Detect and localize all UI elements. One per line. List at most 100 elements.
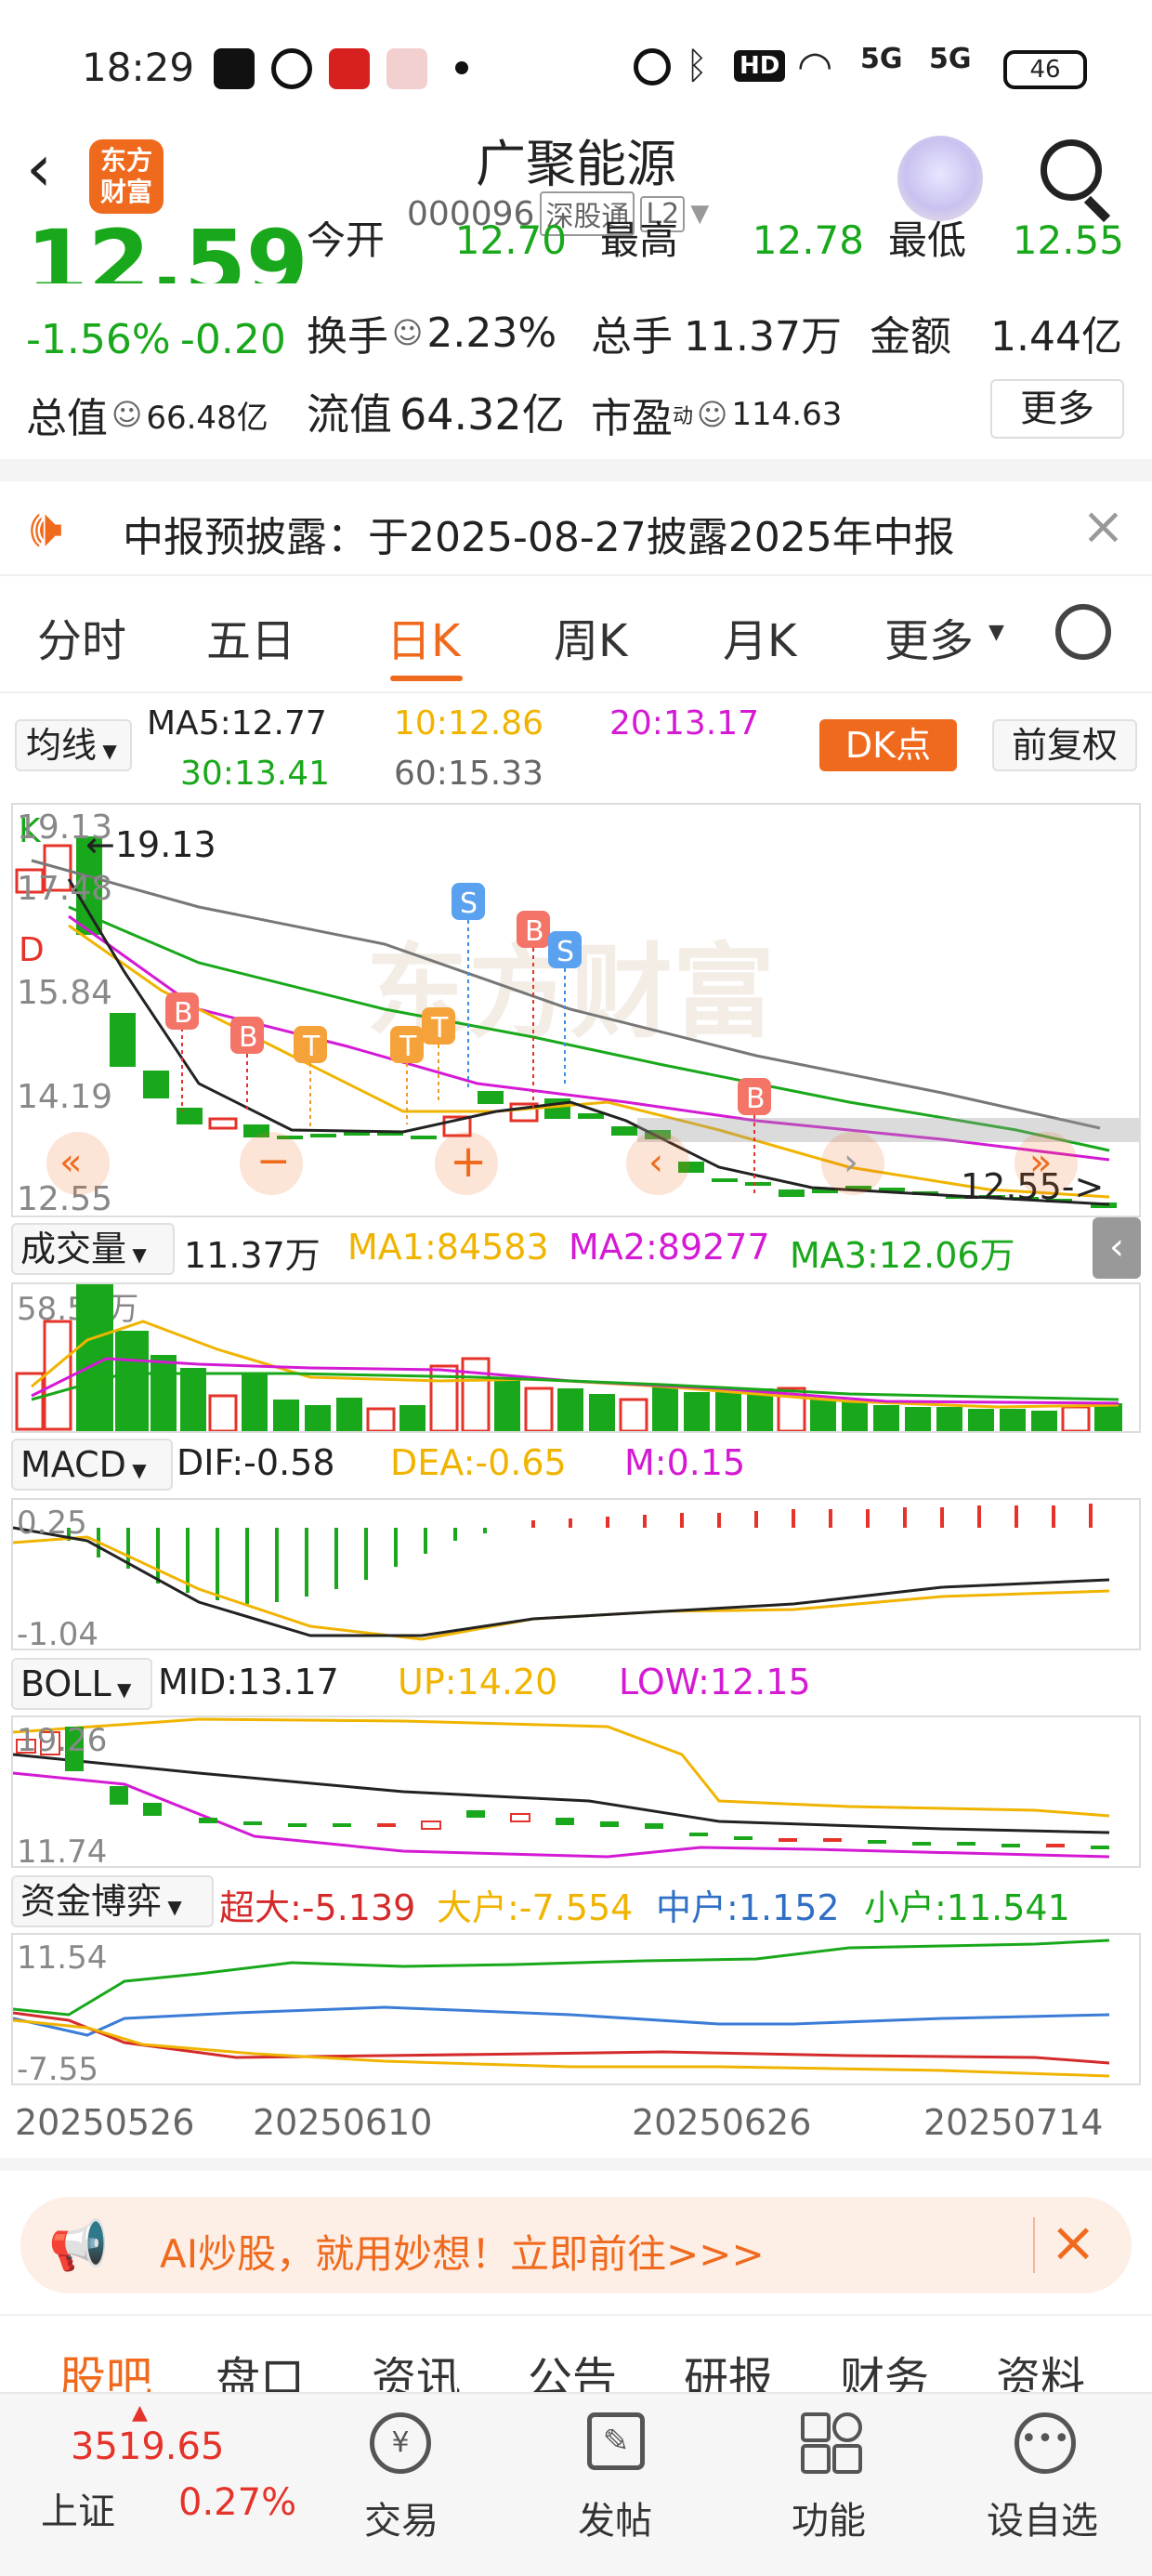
macd-m: M:0.15 — [624, 1442, 746, 1483]
y-label-2: 17.48 — [17, 870, 112, 908]
volume-bar — [366, 1407, 396, 1433]
volume-bar — [557, 1388, 583, 1431]
fund-large: 大户:-7.554 — [437, 1887, 634, 1928]
boll-candle — [734, 1836, 753, 1840]
candle — [411, 1136, 437, 1139]
boll-candle — [912, 1842, 931, 1846]
high-value: 12.78 — [752, 221, 864, 263]
ai-ad-banner[interactable]: 📢 AI炒股，就用妙想！立即前往>>> × — [20, 2197, 1132, 2293]
dk-point-button[interactable]: DK点 — [819, 719, 957, 771]
trade-icon[interactable]: ¥ — [370, 2412, 431, 2474]
sub-tabs: 股吧 盘口 资讯 公告 研报 财务 资料 — [0, 2342, 1152, 2392]
volume-bar — [715, 1392, 741, 1431]
tab-monthly-k[interactable]: 月K — [723, 604, 796, 669]
candle — [177, 1108, 203, 1124]
volume-svg: 58.57万 — [15, 1284, 1122, 1433]
more-dots-icon[interactable]: ••• — [1015, 2412, 1076, 2474]
boll-candle — [510, 1813, 530, 1822]
signal-5g-icon-2: 5G — [929, 43, 972, 75]
chevron-down-icon: ▼ — [126, 1243, 147, 1266]
more-button[interactable]: 更多 — [990, 379, 1124, 439]
index-name[interactable]: 上证 — [41, 2481, 115, 2535]
fund-flow-svg: 11.54 -7.55 — [12, 1939, 1110, 2088]
collapse-panel-button[interactable]: ‹ — [1093, 1217, 1141, 1279]
boll-candle — [957, 1842, 975, 1846]
volume-bar — [208, 1394, 238, 1433]
sub-tab-announcements[interactable]: 公告 — [528, 2342, 617, 2392]
low-value: 12.55 — [1012, 221, 1124, 263]
boll-mid: MID:13.17 — [158, 1662, 339, 1702]
close-icon[interactable]: × — [1081, 496, 1125, 557]
macd-selector-label: MACD — [20, 1444, 126, 1485]
gear-icon[interactable] — [1055, 604, 1111, 660]
ai-assistant-avatar[interactable] — [897, 136, 983, 221]
volume-bar — [151, 1355, 177, 1431]
chevron-right-icon: › — [844, 1141, 858, 1184]
sub-tab-pankou[interactable]: 盘口 — [216, 2342, 305, 2392]
kline-svg[interactable]: 东方财富 K D B B T T T S B S B 19.13 17.48 1… — [13, 805, 1139, 1218]
boll-selector[interactable]: BOLL ▼ — [11, 1658, 152, 1710]
grid-function-icon[interactable] — [801, 2412, 862, 2474]
volume-bar — [273, 1400, 299, 1431]
volume-selector[interactable]: 成交量 ▼ — [11, 1223, 175, 1275]
macd-selector[interactable]: MACD ▼ — [11, 1439, 173, 1491]
sub-tab-finance[interactable]: 财务 — [840, 2342, 929, 2392]
max-price-annotation: ←19.13 — [85, 824, 216, 865]
boll-candle — [779, 1838, 797, 1842]
tab-daily-k[interactable]: 日K — [386, 604, 460, 669]
fund-selector[interactable]: 资金博弈 ▼ — [11, 1875, 214, 1927]
boll-candle — [243, 1821, 262, 1825]
index-value[interactable]: 3519.65 — [71, 2425, 224, 2468]
more-notifications-icon — [455, 61, 468, 74]
float-cap-label: 流值 — [307, 389, 392, 440]
info-icon[interactable]: ☺ — [111, 397, 142, 432]
volume-value: 11.37万 — [684, 313, 842, 361]
tab-more[interactable]: 更多 — [884, 604, 974, 669]
candle — [745, 1182, 771, 1186]
volume-ma2: MA2:89277 — [569, 1227, 770, 1268]
notice-bar[interactable]: 🕪 中报预披露：于2025-08-27披露2025年中报 × — [0, 481, 1152, 574]
boll-candle — [556, 1818, 574, 1825]
info-icon[interactable]: ☺ — [392, 315, 423, 350]
fund-large-line — [12, 2018, 1110, 2078]
divider — [0, 691, 1152, 693]
sub-tab-research[interactable]: 研报 — [684, 2342, 773, 2392]
function-label[interactable]: 功能 — [792, 2491, 866, 2544]
trade-label[interactable]: 交易 — [364, 2491, 439, 2544]
candle — [712, 1178, 738, 1182]
candle — [143, 1071, 169, 1098]
post-label[interactable]: 发帖 — [578, 2491, 652, 2544]
boll-candle — [1046, 1844, 1065, 1847]
fund-small-line — [12, 1939, 1110, 2017]
close-icon[interactable]: × — [1050, 2210, 1096, 2275]
tab-five-day[interactable]: 五日 — [206, 604, 295, 669]
info-icon[interactable]: ☺ — [697, 397, 727, 432]
boll-up: UP:14.20 — [398, 1662, 558, 1702]
ma20-value: 20:13.17 — [609, 704, 759, 743]
volume-bars — [15, 1284, 1122, 1433]
adjust-price-button[interactable]: 前复权 — [992, 719, 1137, 771]
sub-tab-news[interactable]: 资讯 — [372, 2342, 461, 2392]
boll-candle — [600, 1821, 619, 1827]
grid-cell — [832, 2444, 862, 2474]
grid-cell — [801, 2412, 831, 2442]
kline-panel[interactable]: 东方财富 K D B B T T T S B S B 19.13 17.48 1… — [11, 803, 1141, 1218]
float-cap-row: 流值 64.32亿 — [307, 381, 565, 442]
tab-weekly-k[interactable]: 周K — [554, 604, 627, 669]
search-icon[interactable] — [1041, 139, 1102, 201]
tab-timeshare[interactable]: 分时 — [37, 604, 126, 669]
fund-y-bottom: -7.55 — [17, 2051, 98, 2083]
k-legend-d: D — [19, 931, 45, 969]
index-percent[interactable]: 0.27% — [178, 2481, 296, 2524]
boll-candle — [288, 1823, 307, 1827]
boll-candle — [199, 1818, 217, 1823]
sub-tab-guba[interactable]: 股吧 — [59, 2342, 152, 2392]
edit-post-icon[interactable]: ✎ — [587, 2412, 645, 2470]
add-watchlist-label[interactable]: 设自选 — [987, 2491, 1098, 2544]
sub-tab-profile[interactable]: 资料 — [996, 2342, 1085, 2392]
grid-cell — [801, 2444, 831, 2474]
ma-selector[interactable]: 均线 ▼ — [15, 719, 132, 771]
fund-medium: 中户:1.152 — [656, 1887, 840, 1928]
date-label-4: 20250714 — [923, 2102, 1104, 2143]
volume-bar — [242, 1373, 268, 1431]
